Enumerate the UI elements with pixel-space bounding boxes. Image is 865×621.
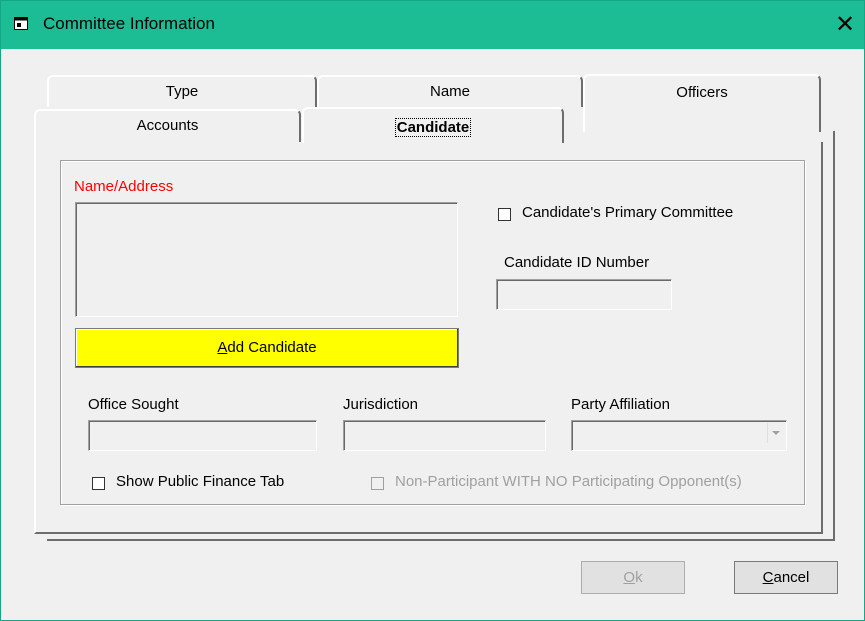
- candidate-tab-panel: Name/Address Add Candidate Candidate's P…: [34, 142, 823, 534]
- cancel-button[interactable]: Cancel: [734, 561, 838, 594]
- committee-information-window: Committee Information ✕ Type Name Office…: [0, 0, 865, 621]
- ok-button[interactable]: Ok: [581, 561, 685, 594]
- primary-committee-checkbox[interactable]: [498, 208, 511, 221]
- tab-accounts[interactable]: Accounts: [34, 109, 301, 143]
- name-address-label: Name/Address: [74, 178, 174, 195]
- window-icon: [14, 17, 28, 30]
- party-affiliation-label: Party Affiliation: [571, 396, 670, 413]
- ok-accel: O: [623, 569, 636, 586]
- add-candidate-button[interactable]: Add Candidate: [75, 328, 459, 368]
- ok-label: k: [635, 569, 643, 586]
- tab-accounts-label: Accounts: [136, 117, 199, 134]
- candidate-id-field[interactable]: [496, 279, 672, 310]
- tab-candidate[interactable]: Candidate: [302, 107, 564, 143]
- jurisdiction-label: Jurisdiction: [343, 396, 419, 413]
- name-address-field[interactable]: [75, 202, 458, 317]
- non-participant-checkbox[interactable]: [371, 477, 384, 490]
- tab-officers[interactable]: Officers: [583, 74, 821, 132]
- non-participant-label: Non-Participant WITH NO Participating Op…: [395, 473, 742, 490]
- close-icon[interactable]: ✕: [830, 9, 860, 41]
- tab-name[interactable]: Name: [317, 75, 583, 107]
- tab-officers-label: Officers: [676, 84, 728, 101]
- show-public-finance-checkbox[interactable]: [92, 477, 105, 490]
- office-sought-field[interactable]: [88, 420, 317, 451]
- chevron-down-icon[interactable]: [767, 423, 784, 443]
- show-public-finance-label: Show Public Finance Tab: [116, 473, 285, 490]
- add-candidate-accel: A: [217, 339, 228, 356]
- tab-type-label: Type: [165, 83, 199, 100]
- primary-committee-label: Candidate's Primary Committee: [522, 204, 734, 221]
- title-bar: Committee Information ✕: [1, 1, 864, 49]
- tab-candidate-label: Candidate: [394, 118, 472, 137]
- add-candidate-label: dd Candidate: [227, 339, 317, 356]
- window-title: Committee Information: [43, 14, 215, 33]
- tab-type[interactable]: Type: [47, 75, 317, 107]
- candidate-group-box: Name/Address Add Candidate Candidate's P…: [60, 160, 805, 505]
- jurisdiction-field[interactable]: [343, 420, 546, 451]
- cancel-label: ancel: [773, 569, 810, 586]
- candidate-id-label: Candidate ID Number: [504, 254, 650, 271]
- tab-name-label: Name: [429, 83, 470, 100]
- party-affiliation-dropdown[interactable]: [571, 420, 787, 451]
- cancel-accel: C: [762, 569, 774, 586]
- office-sought-label: Office Sought: [88, 396, 179, 413]
